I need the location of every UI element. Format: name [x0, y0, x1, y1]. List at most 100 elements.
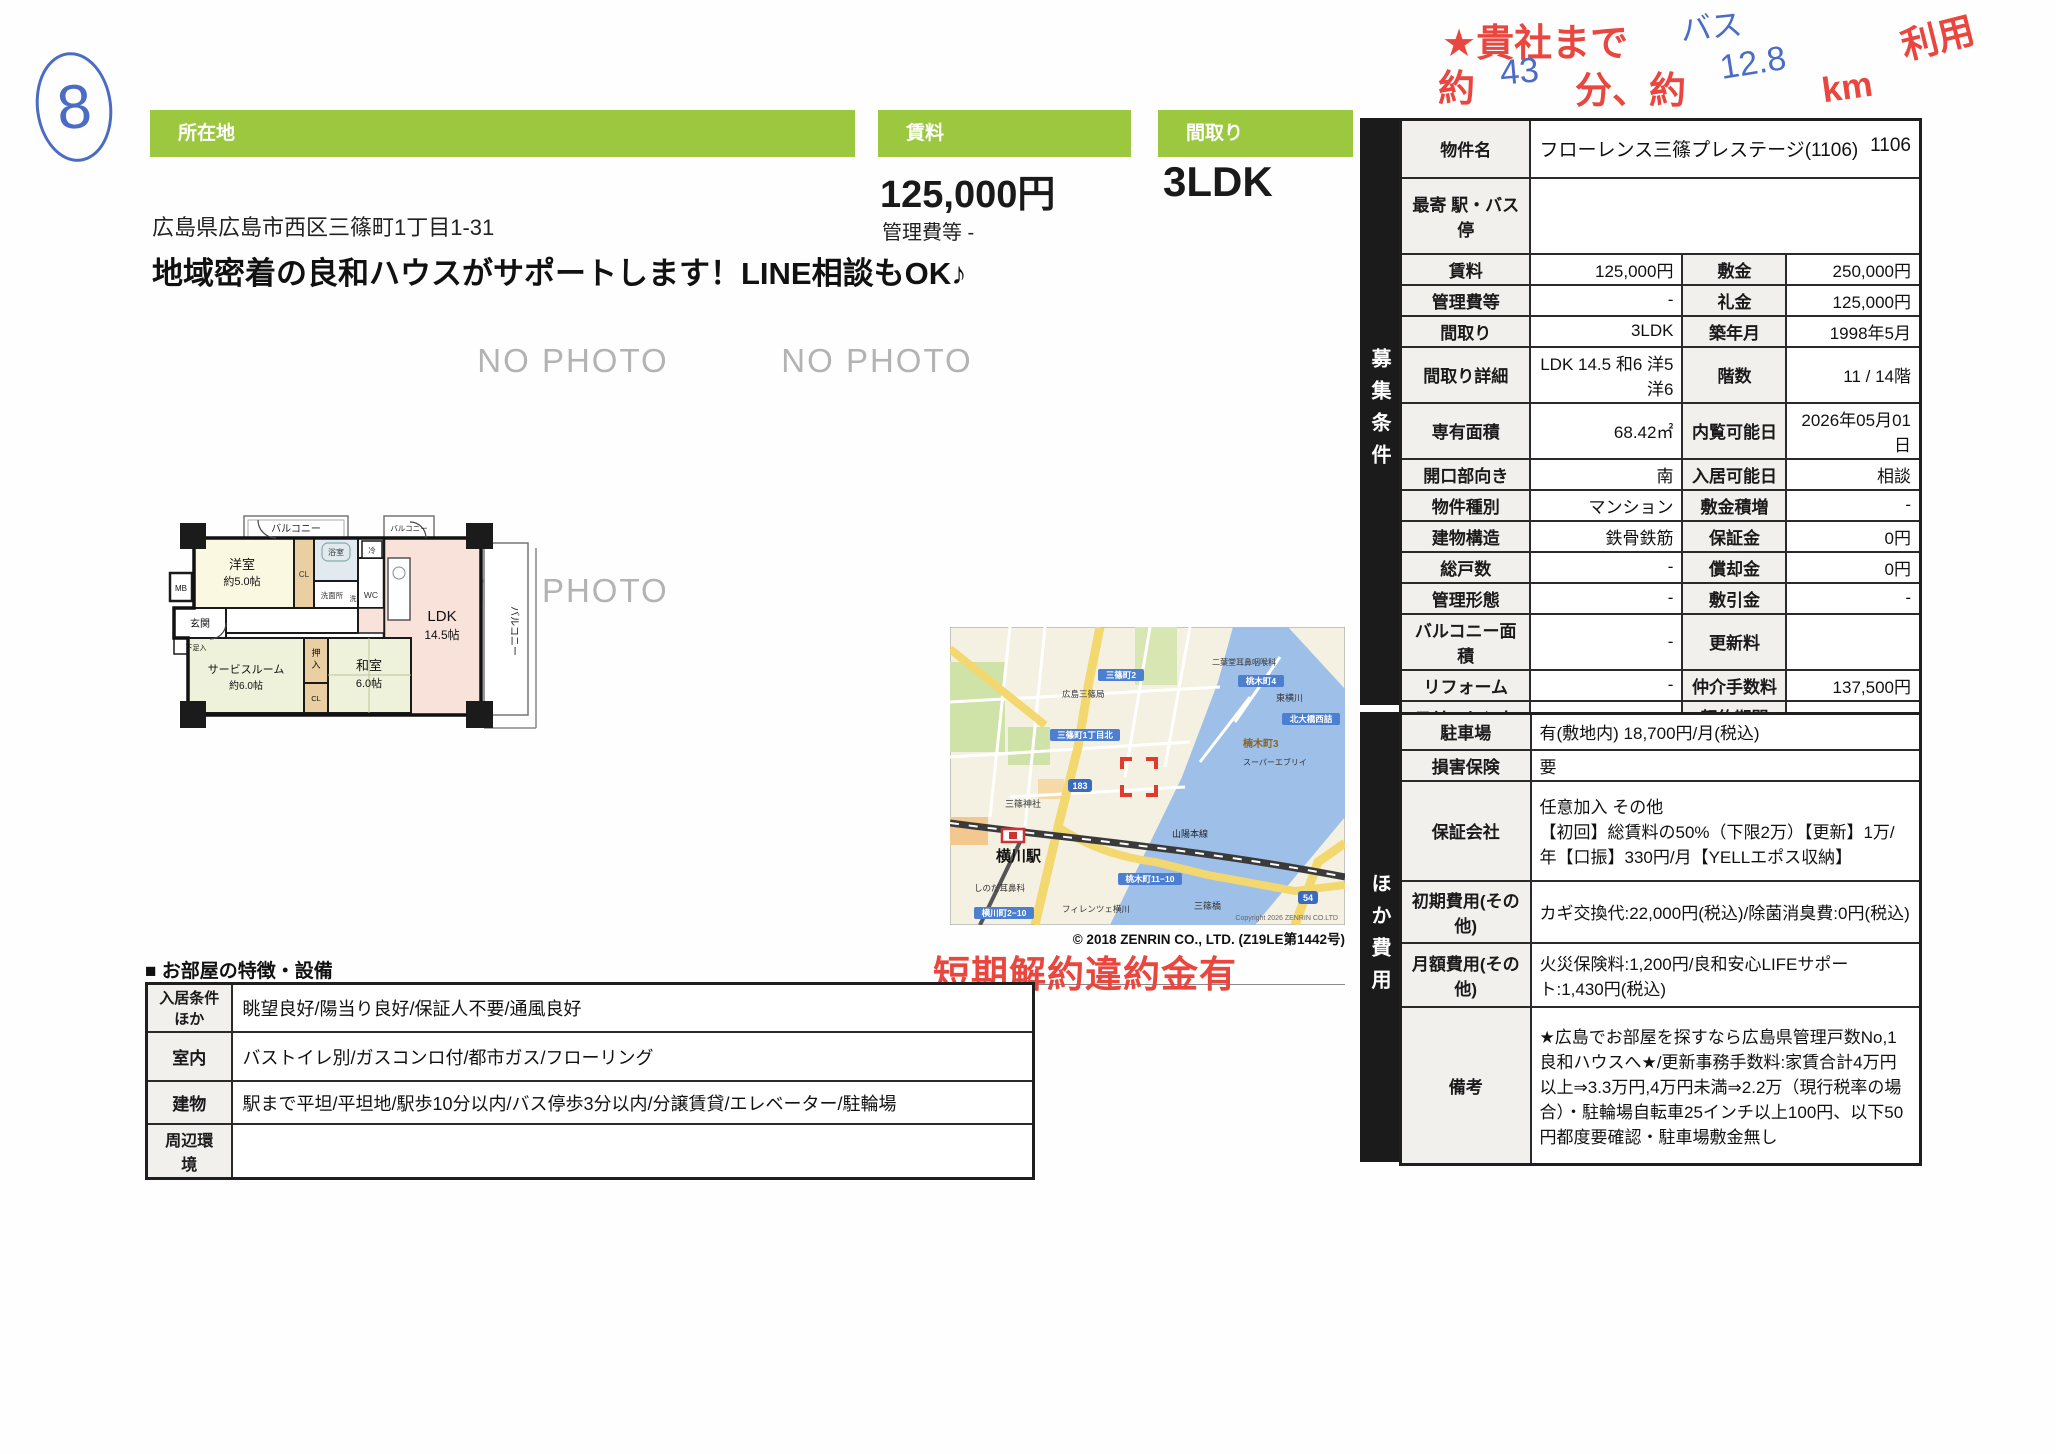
- fp-mb-label: MB: [175, 584, 187, 593]
- feature-label: 周辺環境: [147, 1124, 232, 1179]
- unit-number: 1106: [1870, 135, 1911, 162]
- map-badge-kitaohashi: 北大橋西詰: [1290, 714, 1333, 724]
- map-label-clinic2: しのだ耳鼻科: [974, 883, 1026, 893]
- feature-label: 室内: [147, 1032, 232, 1081]
- map-label-misasa-bridge: 三篠橋: [1194, 900, 1221, 911]
- table-row: 総戸数- 償却金0円: [1400, 552, 1920, 583]
- note-min-approx2: 分、約: [1575, 60, 1686, 114]
- table-row: 保証会社 任意加入 その他 【初回】総賃料の50%（下限2万）【更新】1万/年【…: [1401, 781, 1921, 881]
- map-badge-momokicho4: 桃木町4: [1246, 676, 1277, 686]
- handwritten-note: ★貴社まで バス 利用 約 43 分、約 12.8 km: [1430, 2, 2056, 122]
- location-label: 所在地: [178, 123, 235, 144]
- note-km-value: 12.8: [1717, 39, 1788, 88]
- feature-value: [232, 1124, 1034, 1179]
- fp-wc-label: WC: [364, 590, 378, 600]
- handwritten-page-number: 8: [54, 70, 93, 143]
- no-photo-placeholder-2: NO PHOTO: [762, 342, 992, 380]
- table-row: 間取り詳細LDK 14.5 和6 洋5 洋6 階数11 / 14階: [1400, 347, 1920, 403]
- section1-vertical-label: 募集条件: [1365, 348, 1394, 476]
- fp-entrance-label: 玄関: [190, 617, 210, 630]
- svg-text:入: 入: [311, 660, 320, 670]
- table-row: 賃料125,000円 敷金250,000円: [1400, 254, 1920, 285]
- map-label-super: スーパーエブリイ: [1243, 757, 1307, 767]
- map-label-kusunoki3: 楠木町3: [1242, 737, 1279, 750]
- map-badge-misasa1: 三篠町1丁目北: [1057, 730, 1113, 740]
- fp-japanese-room-label: 和室: [356, 658, 382, 673]
- map-badge-yokogawacho2: 横川町2−10: [981, 908, 1027, 918]
- layout-label: 間取り: [1186, 123, 1243, 144]
- fp-bath-label: 浴室: [328, 547, 344, 557]
- remarks-value: ★広島でお部屋を探すなら広島県管理戸数No,1良和ハウスへ★/更新事務手数料:家…: [1531, 1007, 1921, 1165]
- layout-value: 3LDK: [1163, 158, 1273, 206]
- table-row: 間取り3LDK 築年月1998年5月: [1400, 316, 1920, 347]
- note-minutes-value: 43: [1498, 50, 1540, 93]
- map-label-post-office: 広島三篠局: [1062, 689, 1105, 699]
- rent-value: 125,000円: [880, 163, 1055, 218]
- table-row: 建物 駅まで平坦/平坦地/駅歩10分以内/バス停歩3分以内/分譲賃貸/エレベータ…: [147, 1081, 1034, 1124]
- table-row: 初期費用(その他) カギ交換代:22,000円(税込)/除菌消臭費:0円(税込): [1401, 881, 1921, 943]
- fp-western-room-label: 洋室: [229, 557, 255, 572]
- map-label-sanyo-line: 山陽本線: [1172, 828, 1208, 839]
- parking-value: 有(敷地内) 18,700円/月(税込): [1531, 714, 1921, 750]
- recruitment-conditions-section: 募集条件 物件名 フローレンス三篠プレステージ(1106) 1106 最寄 駅・…: [1360, 118, 1922, 705]
- table-row: 管理形態- 敷引金-: [1400, 583, 1920, 614]
- fp-service-room-label: サービスルーム: [208, 663, 285, 676]
- map-badge-misasa2: 三篠町2: [1106, 670, 1137, 680]
- fp-oshiire-label: 押: [311, 647, 320, 658]
- no-photo-placeholder-1: NO PHOTO: [458, 342, 688, 380]
- floor-plan-image: バルコニー バルコニー バルコニー 洋室 約5.0帖 CL 浴室 洗面所 洗 W…: [126, 503, 594, 751]
- monthly-costs-value: 火災保険料:1,200円/良和安心LIFEサポート:1,430円(税込): [1531, 943, 1921, 1007]
- svg-text:14.5帖: 14.5帖: [424, 627, 459, 642]
- svg-text:約5.0帖: 約5.0帖: [223, 574, 260, 588]
- note-km-unit: km: [1819, 65, 1875, 112]
- table-row: 備考 ★広島でお部屋を探すなら広島県管理戸数No,1良和ハウスへ★/更新事務手数…: [1401, 1007, 1921, 1165]
- table-row: 開口部向き南 入居可能日相談: [1400, 459, 1920, 490]
- fp-cl-label: CL: [299, 570, 310, 579]
- map-label-clinic1: 二葉堂耳鼻咽喉科: [1212, 657, 1276, 667]
- property-address: 広島県広島市西区三篠町1丁目1-31: [152, 210, 494, 242]
- initial-costs-value: カギ交換代:22,000円(税込)/除菌消臭費:0円(税込): [1531, 881, 1921, 943]
- note-use: 利用: [1895, 0, 1980, 70]
- layout-header-bar: 間取り: [1158, 110, 1353, 157]
- property-name: フローレンス三篠プレステージ(1106): [1539, 135, 1858, 162]
- table-row: バルコニー面積- 更新料: [1400, 614, 1920, 670]
- management-fee: 管理費等 -: [882, 216, 974, 245]
- table-row: 入居条件ほか 眺望良好/陽当り良好/保証人不要/通風良好: [147, 984, 1034, 1033]
- note-approx1: 約: [1438, 58, 1475, 112]
- table-row: 管理費等- 礼金125,000円: [1400, 285, 1920, 316]
- note-bus: バス: [1678, 0, 1744, 50]
- table-row: 室内 バストイレ別/ガスコンロ付/都市ガス/フローリング: [147, 1032, 1034, 1081]
- feature-value: 眺望良好/陽当り良好/保証人不要/通風良好: [232, 984, 1034, 1033]
- map-badge-momokicho11: 桃木町11−10: [1126, 874, 1175, 884]
- map-label-yokogawa-station: 横川駅: [996, 847, 1042, 865]
- fp-fridge-label: 冷: [368, 545, 376, 555]
- fp-washroom-label: 洗面所: [321, 590, 344, 600]
- table-row: 建物構造鉄骨鉄筋 保証金0円: [1400, 521, 1920, 552]
- property-flyer-page: 8 ★貴社まで バス 利用 約 43 分、約 12.8 km 所在地 賃料 間取…: [0, 0, 2056, 1454]
- rent-header-bar: 賃料: [878, 110, 1131, 157]
- features-table: 入居条件ほか 眺望良好/陽当り良好/保証人不要/通風良好 室内 バストイレ別/ガ…: [145, 982, 1035, 1180]
- map-copyright-inner: Copyright 2026 ZENRIN CO.LTD: [1235, 915, 1338, 922]
- section2-vertical-label: ほか費用: [1365, 873, 1394, 1001]
- table-row: 最寄 駅・バス停: [1400, 178, 1920, 254]
- location-header-bar: 所在地: [150, 110, 855, 157]
- catchphrase: 地域密着の良和ハウスがサポートします！LINE相談もOK♪: [152, 248, 967, 293]
- handwritten-page-number-circle: 8: [30, 48, 119, 166]
- feature-label: 入居条件ほか: [147, 984, 232, 1033]
- feature-value: 駅まで平坦/平坦地/駅歩10分以内/バス停歩3分以内/分譲賃貸/エレベーター/駐…: [232, 1081, 1034, 1124]
- fp-cl2-label: CL: [311, 694, 321, 703]
- fp-ldk-label: LDK: [427, 608, 456, 625]
- table-row: 損害保険 要: [1401, 750, 1921, 781]
- table-row: 専有面積68.42㎡ 内覧可能日2026年05月01日: [1400, 403, 1920, 459]
- table-row: 駐車場 有(敷地内) 18,700円/月(税込): [1401, 714, 1921, 750]
- svg-text:約6.0帖: 約6.0帖: [229, 679, 263, 692]
- other-costs-section: ほか費用 駐車場 有(敷地内) 18,700円/月(税込) 損害保険 要 保証会…: [1360, 712, 1922, 1162]
- insurance-value: 要: [1531, 750, 1921, 781]
- map-route-183: 183: [1072, 781, 1087, 791]
- section-side-band: 募集条件: [1360, 118, 1399, 705]
- section-side-band: ほか費用: [1360, 712, 1399, 1162]
- map-label-higashiyokogawa: 東横川: [1276, 692, 1303, 703]
- fp-balcony-top2-label: バルコニー: [390, 524, 427, 533]
- svg-text:6.0帖: 6.0帖: [356, 677, 382, 690]
- feature-value: バストイレ別/ガスコンロ付/都市ガス/フローリング: [232, 1032, 1034, 1081]
